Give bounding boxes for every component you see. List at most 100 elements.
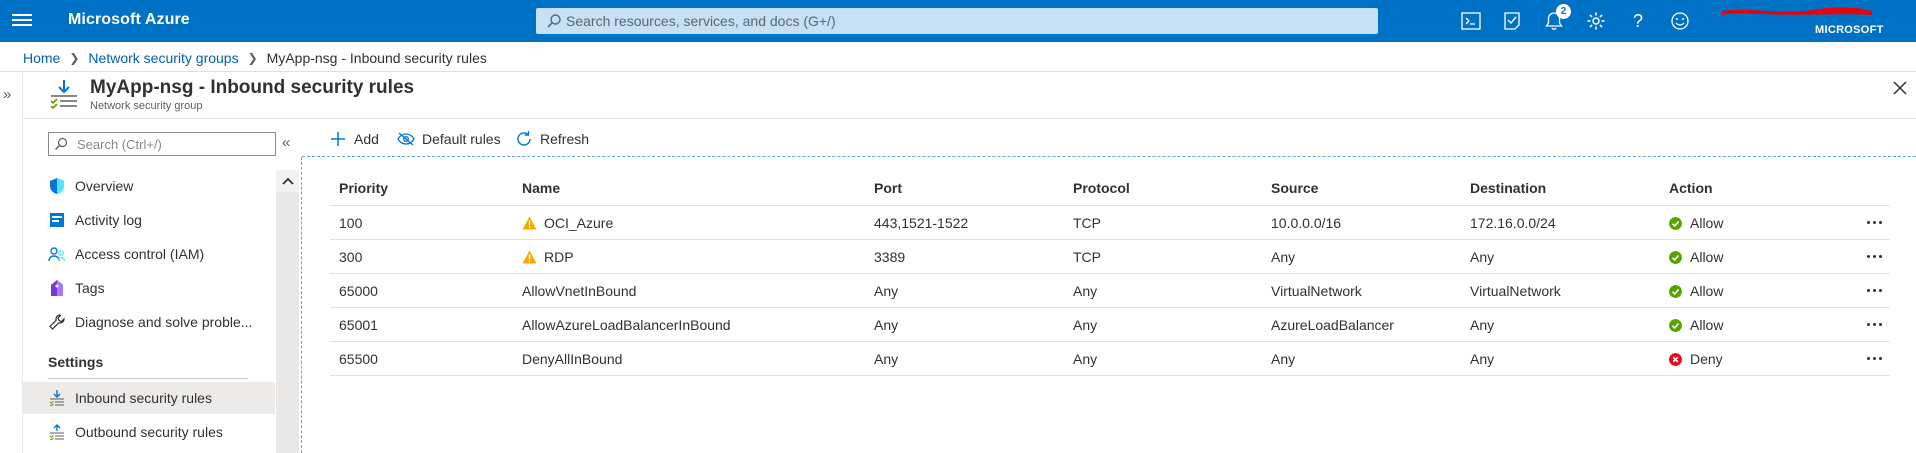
allow-check-icon [1669,216,1682,230]
inbound-rules-blade-icon [50,80,77,110]
notification-count-badge: 2 [1556,4,1571,19]
table-row[interactable]: 65001 AllowAzureLoadBalancerInBound Any Any… [330,308,1890,342]
command-bar-divider [302,156,1916,157]
action-text: Deny [1690,351,1723,367]
destination-text: Any [1470,351,1495,367]
breadcrumb-current: MyApp-nsg - Inbound security rules [266,50,487,66]
inbound-rules-icon [48,389,66,407]
account-directory-label[interactable]: MICROSOFT [1815,24,1884,36]
table-row[interactable]: 65500 DenyAllInBound Any Any Any Any Deny [330,342,1890,376]
allow-check-icon [1669,284,1682,298]
more-options-ellipsis-icon[interactable] [1862,212,1886,232]
wrench-icon [48,313,66,331]
more-options-ellipsis-icon[interactable] [1862,314,1886,334]
name-text[interactable]: DenyAllInBound [522,351,622,367]
cell-protocol: Any [1073,283,1097,299]
activity-log-icon [48,211,66,229]
priority-text: 100 [339,215,363,231]
sidebar-item-inbound-security-rules[interactable]: Inbound security rules [23,382,275,414]
resource-menu-search[interactable] [48,132,276,156]
global-search-input[interactable] [566,8,1366,34]
priority-text: 65500 [339,351,378,367]
sidebar-item-overview[interactable]: Overview [23,170,275,202]
cell-name: AllowAzureLoadBalancerInBound [522,317,731,333]
cell-priority: 65500 [339,351,378,367]
warning-icon [522,216,537,230]
header-divider [0,71,1916,72]
column-header-priority[interactable]: Priority [339,180,388,196]
cell-destination: 172.16.0.0/24 [1470,215,1556,231]
cell-protocol: Any [1073,351,1097,367]
add-rule-button[interactable]: Add [328,127,379,151]
action-text: Allow [1690,317,1724,333]
priority-text: 65000 [339,283,378,299]
name-text[interactable]: AllowVnetInBound [522,283,636,299]
scroll-up-chevron-icon[interactable] [276,170,299,192]
protocol-text: TCP [1073,215,1101,231]
sidebar-scrollbar[interactable] [276,170,299,453]
table-row[interactable]: 100 OCI_Azure 443,1521-1522 TCP 10.0.0.0/16 1… [330,206,1890,240]
resource-menu-search-input[interactable] [77,133,272,155]
global-search-box[interactable] [536,8,1378,34]
name-text[interactable]: OCI_Azure [544,215,613,231]
directory-filter-icon[interactable] [1500,9,1524,33]
feedback-smiley-icon[interactable] [1668,9,1692,33]
port-text: 3389 [874,249,906,265]
table-row[interactable]: 65000 AllowVnetInBound Any Any VirtualNetwor… [330,274,1890,308]
default-rules-button[interactable]: Default rules [396,127,501,151]
cell-destination: Any [1470,351,1494,367]
column-header-action[interactable]: Action [1669,180,1713,196]
name-text[interactable]: AllowAzureLoadBalancerInBound [522,317,731,333]
port-text: 443,1521-1522 [874,215,969,231]
collapse-menu-icon[interactable]: « [282,134,290,151]
hamburger-menu-icon[interactable] [12,11,32,31]
cloud-shell-icon[interactable] [1459,9,1483,33]
sidebar-item-tags[interactable]: Tags [23,272,275,304]
column-header-port[interactable]: Port [874,180,902,196]
column-header-source[interactable]: Source [1271,180,1318,196]
sidebar-item-access-control[interactable]: Access control (IAM) [23,238,275,270]
sidebar-item-label: Activity log [75,212,142,228]
eye-hidden-icon [396,129,416,149]
settings-gear-icon[interactable] [1584,9,1608,33]
column-header-name[interactable]: Name [522,180,560,196]
close-icon[interactable] [1891,79,1909,97]
action-text: Allow [1690,249,1724,265]
brand-name[interactable]: Microsoft Azure [68,11,190,29]
cell-action: Allow [1669,317,1723,333]
source-text: VirtualNetwork [1271,283,1362,299]
cell-name: OCI_Azure [522,215,613,231]
help-icon[interactable]: ? [1626,9,1650,33]
table-row[interactable]: 300 RDP 3389 TCP Any Any Allow [330,240,1890,274]
more-options-ellipsis-icon[interactable] [1862,280,1886,300]
chevron-right-icon: ❯ [247,51,258,65]
protocol-text: Any [1073,283,1098,299]
plus-icon [328,129,348,149]
breadcrumb-home[interactable]: Home [23,50,60,66]
source-text: 10.0.0.0/16 [1271,215,1342,231]
more-options-ellipsis-icon[interactable] [1862,348,1886,368]
default-rules-label: Default rules [422,131,501,147]
allow-check-icon [1669,318,1682,332]
sidebar-item-activity-log[interactable]: Activity log [23,204,275,236]
priority-text: 65001 [339,317,378,333]
more-options-ellipsis-icon[interactable] [1862,246,1886,266]
sidebar-item-outbound-security-rules[interactable]: Outbound security rules [23,416,275,448]
destination-text: 172.16.0.0/24 [1470,215,1556,231]
sidebar-item-label: Tags [75,280,105,296]
shield-icon [48,177,66,195]
cell-source: Any [1271,249,1295,265]
column-header-destination[interactable]: Destination [1470,180,1546,196]
warning-icon [522,250,537,264]
port-text: Any [874,283,899,299]
cell-port: Any [874,317,898,333]
column-header-protocol[interactable]: Protocol [1073,180,1130,196]
chevron-right-icon: ❯ [69,51,80,65]
name-text[interactable]: RDP [544,249,574,265]
destination-text: VirtualNetwork [1470,283,1561,299]
breadcrumb-network-security-groups[interactable]: Network security groups [88,50,238,66]
refresh-button[interactable]: Refresh [514,127,589,151]
sidebar-item-diagnose[interactable]: Diagnose and solve proble... [23,306,275,338]
notifications-bell-icon[interactable]: 2 [1542,4,1571,33]
expand-sidebar-icon[interactable]: » [3,86,11,103]
